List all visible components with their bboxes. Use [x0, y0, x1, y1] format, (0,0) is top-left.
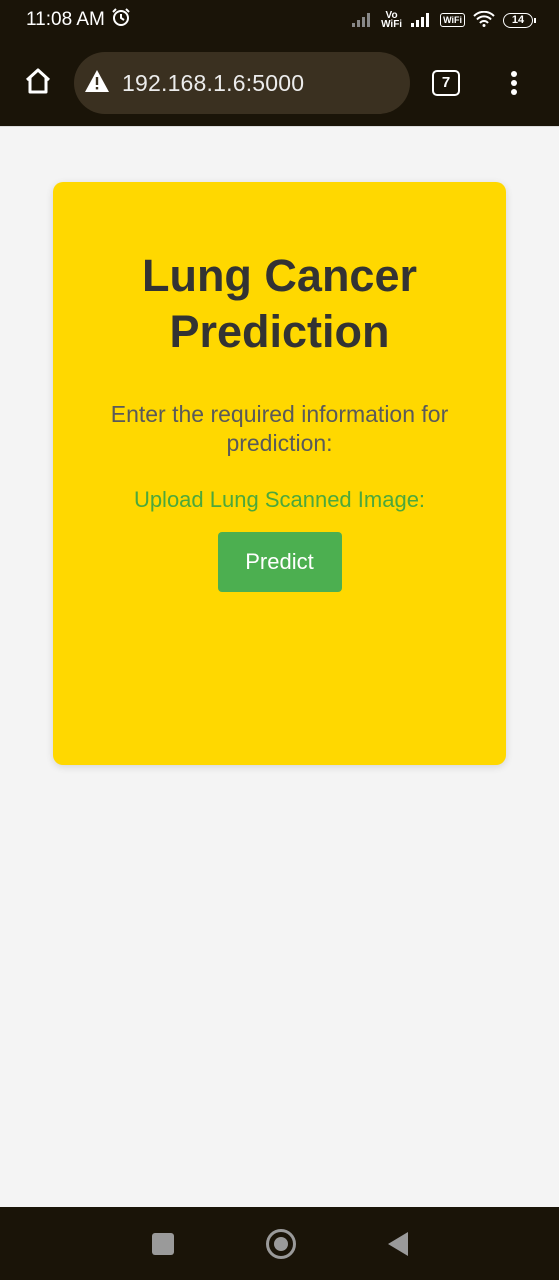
home-icon: [23, 66, 53, 101]
battery-indicator: 14: [503, 12, 536, 28]
system-nav-bar: [0, 1207, 559, 1280]
vowifi-bottom: WiFi: [381, 19, 403, 30]
address-bar[interactable]: 192.168.1.6:5000: [74, 52, 410, 114]
status-bar: 11:08 AM Vo WiFi WiFi 14: [0, 0, 559, 40]
prediction-card: Lung Cancer Prediction Enter the require…: [53, 182, 506, 765]
alarm-icon: [111, 7, 131, 33]
more-icon[interactable]: [504, 68, 524, 98]
upload-label[interactable]: Upload Lung Scanned Image:: [53, 485, 506, 515]
status-left: 11:08 AM: [26, 7, 131, 33]
browser-toolbar: 192.168.1.6:5000 7: [0, 40, 559, 126]
url-text[interactable]: 192.168.1.6:5000: [122, 70, 304, 97]
tabs-button[interactable]: 7: [432, 70, 460, 96]
recents-icon[interactable]: [151, 1232, 174, 1255]
back-icon[interactable]: [387, 1231, 408, 1256]
page-content: Lung Cancer Prediction Enter the require…: [0, 126, 559, 1207]
page-title: Lung Cancer Prediction: [141, 250, 418, 357]
status-right: Vo WiFi WiFi 14: [351, 10, 536, 30]
home-nav-icon[interactable]: [265, 1228, 296, 1259]
card-description: Enter the required information for predi…: [110, 401, 449, 456]
wifi-badge: WiFi: [440, 13, 465, 27]
warning-icon[interactable]: [84, 69, 110, 98]
home-button[interactable]: [18, 63, 58, 103]
vowifi-indicator: Vo WiFi: [381, 11, 403, 30]
signal-strong-icon: [410, 11, 432, 30]
predict-button[interactable]: Predict: [217, 532, 342, 592]
wifi-icon: [473, 10, 495, 30]
signal-icon: [351, 11, 373, 30]
status-time: 11:08 AM: [26, 9, 105, 30]
